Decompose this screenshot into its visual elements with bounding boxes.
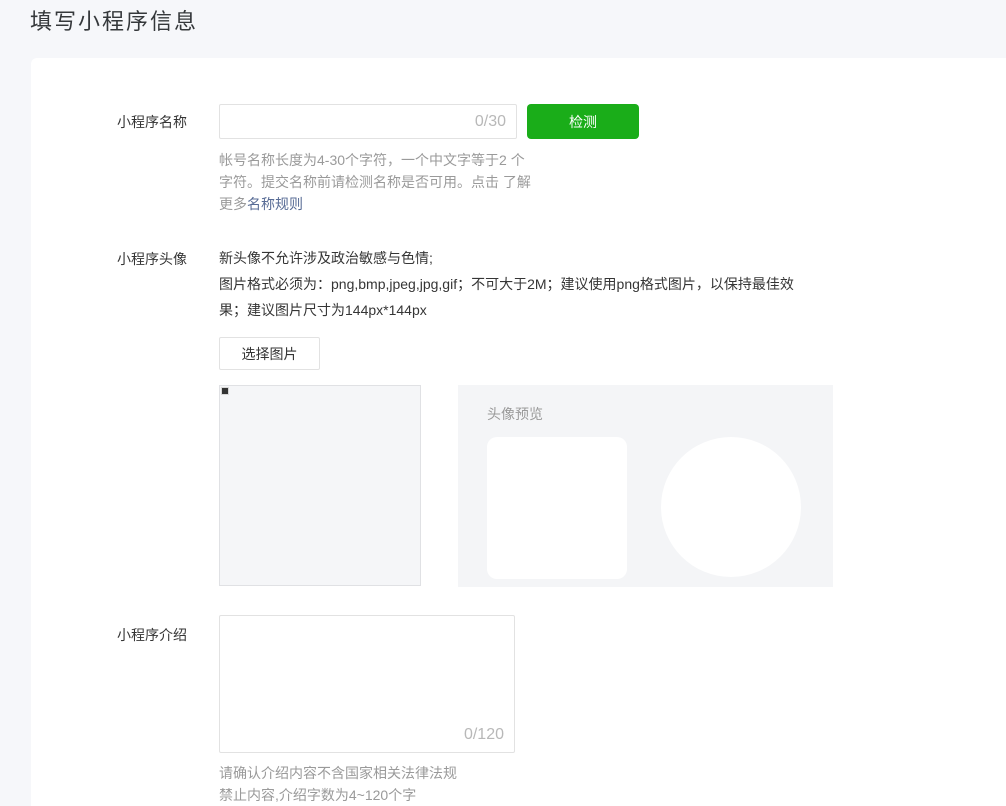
avatar-preview-circle — [661, 437, 801, 577]
avatar-preview-panel: 头像预览 — [458, 385, 833, 587]
avatar-preview-square — [487, 437, 627, 579]
avatar-content: 新头像不允许涉及政治敏感与色情; 图片格式必须为：png,bmp,jpeg,jp… — [219, 245, 833, 587]
intro-help-line: 请确认介绍内容不含国家相关法律法规 — [219, 762, 515, 784]
crop-resize-handle[interactable] — [221, 387, 229, 395]
name-label: 小程序名称 — [117, 104, 219, 215]
check-name-button[interactable]: 检测 — [527, 104, 639, 139]
avatar-rule-line: 果；建议图片尺寸为144px*144px — [219, 297, 831, 323]
image-crop-area[interactable] — [219, 385, 421, 586]
intro-label: 小程序介绍 — [117, 615, 219, 806]
avatar-row: 小程序头像 新头像不允许涉及政治敏感与色情; 图片格式必须为：png,bmp,j… — [117, 245, 1006, 587]
name-help-text: 帐号名称长度为4-30个字符，一个中文字等于2 个字符。提交名称前请检测名称是否… — [219, 149, 531, 215]
choose-image-button[interactable]: 选择图片 — [219, 337, 320, 370]
intro-textarea-wrap: 0/120 — [219, 615, 515, 753]
name-row: 小程序名称 0/30 检测 帐号名称长度为4-30个字符，一个中文字等于2 个字… — [117, 104, 1006, 215]
intro-content: 0/120 请确认介绍内容不含国家相关法律法规 禁止内容,介绍字数为4~120个… — [219, 615, 515, 806]
page-title: 填写小程序信息 — [30, 4, 198, 36]
avatar-rule-line: 图片格式必须为：png,bmp,jpeg,jpg,gif；不可大于2M；建议使用… — [219, 271, 831, 297]
name-rules-link[interactable]: 名称规则 — [247, 196, 303, 212]
avatar-preview-shapes — [487, 437, 833, 579]
name-help-line: 帐号名称长度为4-30个字符，一个中文字等于2 — [219, 152, 507, 168]
avatar-rules-text: 新头像不允许涉及政治敏感与色情; 图片格式必须为：png,bmp,jpeg,jp… — [219, 245, 831, 323]
form-card: 小程序名称 0/30 检测 帐号名称长度为4-30个字符，一个中文字等于2 个字… — [31, 58, 1006, 806]
intro-help-line: 禁止内容,介绍字数为4~120个字 — [219, 784, 515, 806]
avatar-preview-title: 头像预览 — [487, 404, 833, 424]
name-input[interactable] — [220, 105, 516, 138]
name-content: 0/30 检测 帐号名称长度为4-30个字符，一个中文字等于2 个字符。提交名称… — [219, 104, 639, 215]
avatar-area: 头像预览 — [219, 385, 833, 587]
intro-help-text: 请确认介绍内容不含国家相关法律法规 禁止内容,介绍字数为4~120个字 — [219, 762, 515, 806]
intro-textarea[interactable] — [220, 616, 514, 752]
avatar-rule-line: 新头像不允许涉及政治敏感与色情; — [219, 245, 831, 271]
avatar-label: 小程序头像 — [117, 245, 219, 587]
intro-row: 小程序介绍 0/120 请确认介绍内容不含国家相关法律法规 禁止内容,介绍字数为… — [117, 615, 1006, 806]
name-input-wrap: 0/30 — [219, 104, 517, 139]
